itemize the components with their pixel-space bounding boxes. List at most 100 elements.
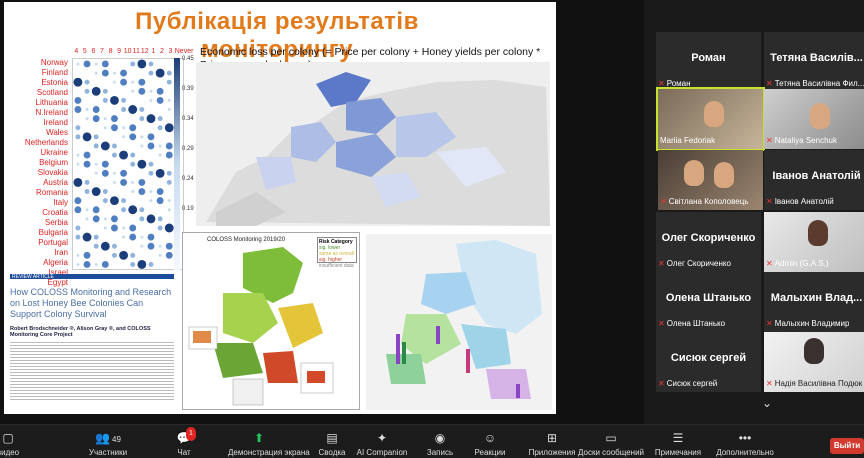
heatmap-cell-dot	[119, 150, 128, 160]
heatmap-cell-dot	[148, 161, 154, 167]
heatmap-row-label: Estonia	[41, 78, 68, 87]
share-label: Демонстрация экрана	[228, 448, 310, 457]
heatmap-cell-dot	[100, 241, 110, 251]
apps-button[interactable]: ⊞ Приложения	[522, 431, 582, 457]
heatmap-cell-dot	[140, 244, 144, 248]
participant-name-label: Mariia Fedoriak	[660, 136, 715, 145]
heatmap-cell-dot	[128, 205, 138, 215]
heatmap-cell-dot	[149, 190, 153, 194]
heatmap-row-label: Finland	[41, 68, 68, 77]
participant-tile[interactable]: Олена Штанько ✕ Олена Штанько	[656, 272, 761, 332]
participant-video-tile[interactable]: ✕ Надія Василівна Подюк	[764, 332, 864, 392]
mic-muted-icon: ✕	[658, 259, 665, 268]
heatmap-scale-label: 0.24	[182, 176, 194, 182]
participants-button[interactable]: 👥 49 Участники	[78, 431, 138, 457]
participant-name: Mariia Fedoriak	[660, 136, 716, 145]
heatmap-cell-dot	[112, 171, 116, 175]
ai-label: AI Companion	[356, 448, 408, 457]
colony-loss-map	[366, 234, 552, 410]
heatmap-cell-dot	[164, 123, 174, 133]
participant-video-tile[interactable]: Mariia Fedoriak	[656, 87, 765, 151]
participant-name-label: ✕ Іванов Анатолій	[766, 197, 834, 206]
video-button[interactable]: ▢ видео	[0, 431, 38, 457]
paper-authors: Robert Brodschneider ®, Alison Gray ®, a…	[10, 326, 151, 338]
participant-tile[interactable]: Роман ✕ Роман	[656, 32, 761, 92]
heatmap-column-label: 2	[159, 48, 164, 55]
heatmap-row-label: Algeria	[43, 258, 68, 267]
heatmap-cell-dot	[147, 142, 155, 150]
participant-video	[714, 162, 734, 188]
paper-category-bar: REVIEW ARTICLE	[10, 274, 174, 280]
participant-tile[interactable]: Малыхин Влад... ✕ Малыхин Владимир	[764, 272, 864, 332]
heatmap-cell-dot	[140, 135, 144, 139]
heatmap-color-scale	[174, 58, 180, 270]
heatmap-cell-dot	[73, 177, 83, 187]
heatmap-cell-dot	[158, 253, 162, 257]
mic-muted-icon: ✕	[766, 136, 773, 145]
notes-button[interactable]: ☰ Примечания	[648, 431, 708, 457]
next-page-chevron-icon[interactable]: ⌄	[752, 396, 782, 414]
mic-muted-icon: ✕	[660, 197, 667, 206]
heatmap-cell-dot	[102, 97, 108, 103]
ai-companion-button[interactable]: ✦ AI Companion	[352, 431, 412, 457]
heatmap-cell-dot	[101, 260, 109, 268]
heatmap-cell-dot	[158, 153, 162, 157]
heatmap-row-label: Austria	[43, 178, 68, 187]
people-icon: 👥 49	[95, 431, 121, 445]
more-label: Дополнительно	[716, 448, 774, 457]
heatmap-cell-dot	[103, 117, 107, 121]
heatmap-cell-dot	[130, 152, 136, 158]
heatmap-column-label: 7	[100, 48, 104, 55]
apps-icon: ⊞	[546, 431, 558, 445]
heatmap-row-label: Croatia	[42, 208, 68, 217]
heatmap-cell-dot	[165, 242, 173, 250]
participants-label: Участники	[88, 448, 128, 457]
heatmap-cell-dot	[75, 134, 81, 140]
heatmap-cell-dot	[158, 244, 162, 248]
heatmap-cell-dot	[139, 116, 145, 122]
leave-meeting-button[interactable]: Выйти	[830, 438, 864, 454]
more-button[interactable]: ••• Дополнительно	[712, 431, 778, 457]
whiteboards-button[interactable]: ▭ Доски сообщений	[578, 431, 644, 457]
apps-label: Приложения	[528, 448, 576, 457]
heatmap-cell-dot	[120, 78, 128, 86]
heatmap-row-label: Scotland	[36, 88, 68, 97]
heatmap-cell-dot	[111, 215, 118, 223]
heatmap-cell-dot	[103, 217, 107, 221]
heatmap-cell-dot	[158, 144, 162, 148]
heatmap-cell-dot	[131, 190, 135, 194]
participant-name-label: ✕ Nataliya Senchuk	[766, 136, 837, 145]
heatmap-cell-dot	[110, 196, 119, 206]
participant-tile[interactable]: Сисюк сергей ✕ Сисюк сергей	[656, 332, 761, 392]
participant-video-tile[interactable]: ✕ Admin (G.A.S.)	[764, 212, 864, 272]
participant-video-tile[interactable]: ✕ Nataliya Senchuk	[764, 89, 864, 149]
participant-video-tile[interactable]: ✕ Світлана Кополовець	[658, 150, 763, 210]
mic-muted-icon: ✕	[766, 319, 773, 328]
heatmap-cell-dot	[84, 79, 90, 85]
heatmap-cell-dot	[121, 97, 127, 103]
heatmap-cell-dot	[129, 133, 137, 141]
heatmap-scale-label: 0.39	[182, 86, 194, 92]
heatmap-cell-dot	[165, 142, 173, 150]
share-screen-button[interactable]: ⬆ Демонстрация экрана	[228, 431, 310, 457]
heatmap-cell-dot	[85, 117, 89, 121]
heatmap-cell-dot	[138, 188, 146, 196]
participant-name-label: ✕ Олег Скориченко	[658, 259, 731, 268]
heatmap-cell-dot	[94, 71, 98, 75]
heatmap-cell-dot	[74, 197, 82, 205]
participant-tile[interactable]: Іванов Анатолій ✕ Іванов Анатолій	[764, 150, 864, 210]
heatmap-cell-dot	[156, 197, 164, 205]
heatmap-cell-dot	[93, 243, 99, 249]
heatmap-grid	[72, 58, 184, 270]
heatmap-cell-dot	[75, 125, 81, 131]
heatmap-row-label: Ireland	[43, 118, 68, 127]
heatmap-cell-dot	[140, 144, 144, 148]
heatmap-cell-dot	[130, 252, 136, 258]
participant-tile[interactable]: Олег Скориченко ✕ Олег Скориченко	[656, 212, 761, 272]
reactions-button[interactable]: ☺ Реакции	[460, 431, 520, 457]
participant-tile[interactable]: Тетяна Василів... ✕ Тетяна Василівна Фил.…	[764, 32, 864, 92]
chat-button[interactable]: 💬 1 Чат	[154, 427, 214, 457]
heatmap-cell-dot	[164, 223, 174, 233]
heatmap-row-label: Bulgaria	[38, 228, 68, 237]
heatmap-cell-dot	[148, 61, 154, 67]
